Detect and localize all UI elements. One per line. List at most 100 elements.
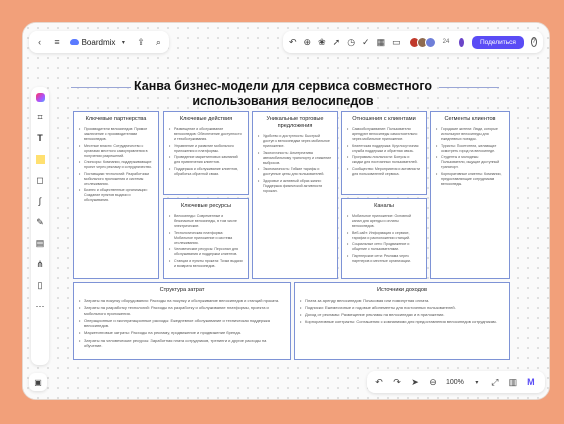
upload-icon[interactable]: ⇪ [136, 37, 145, 47]
list-item: Корпоративные контракты: Соглашения с ко… [300, 319, 504, 325]
list-item: Клиентская поддержка: Круглосуточная слу… [347, 144, 421, 154]
value-propositions-title: Уникальные торговые предложения [266, 116, 324, 129]
minimap-button[interactable]: ▣ [29, 373, 47, 391]
title-line-right [439, 87, 499, 88]
list-item: Местные власти: Сотрудничество с органам… [79, 144, 153, 159]
fit-screen-icon[interactable]: ⤢ [490, 377, 500, 387]
cost-structure-box[interactable]: Структура затрат Затраты на покупку обор… [73, 282, 291, 360]
key-resources-box[interactable]: Ключевые ресурсы Велосипеды: Современные… [163, 198, 249, 279]
list-item: Станции и пункты проката: Точки выдачи и… [169, 259, 243, 269]
timer-icon[interactable]: ◷ [347, 37, 355, 47]
list-item: Затраты на разработку технологий: Расход… [79, 305, 285, 316]
board-title: Канва бизнес-модели для сервиса совместн… [133, 79, 433, 109]
chevron-down-icon[interactable]: ▾ [472, 377, 482, 387]
top-right-toolbar: ↶ ⊕ ❀ ➚ ◷ ✓ ▦ ▭ 24 Поделиться ? [283, 31, 543, 53]
key-partners-list: Производители велосипедов: Прямое заключ… [79, 127, 153, 203]
add-icon[interactable]: ⊕ [304, 37, 312, 47]
list-item: Плата за аренду велосипедов: Почасовая и… [300, 298, 504, 304]
key-activities-box[interactable]: Ключевые действия Размещение и обслужива… [163, 111, 249, 195]
redo-icon[interactable]: ↷ [392, 377, 402, 387]
undo-icon[interactable]: ↶ [289, 37, 297, 47]
channels-title: Каналы [374, 203, 394, 209]
list-item: Социальные сети: Продвижение и общение с… [347, 242, 421, 252]
list-item: Бизнес и общественные организации: Созда… [79, 188, 153, 203]
list-item: Затраты на человеческие ресурсы: Заработ… [79, 338, 285, 349]
undo-icon[interactable]: ↶ [374, 377, 384, 387]
frame-icon[interactable]: ⌗ [34, 111, 46, 123]
list-item: Самообслуживание: Пользователи арендуют … [347, 127, 421, 142]
avatar-count: 24 [442, 39, 450, 45]
whiteboard-canvas[interactable]: ‹ ≡ Boardmix ▾ ⇪ ⌕ ↶ ⊕ ❀ ➚ ◷ ✓ ▦ ▭ 24 По… [23, 23, 549, 399]
top-left-toolbar: ‹ ≡ Boardmix ▾ ⇪ ⌕ [29, 31, 169, 53]
back-icon[interactable]: ‹ [35, 37, 44, 47]
channels-box[interactable]: Каналы Мобильное приложение: Основной ка… [341, 198, 427, 279]
brand-logo-icon [69, 39, 79, 45]
more-icon[interactable]: ⋯ [34, 300, 46, 312]
revenue-streams-title: Источники доходов [377, 287, 427, 293]
user-avatar[interactable] [458, 36, 465, 48]
list-item: Производители велосипедов: Прямое заключ… [79, 127, 153, 142]
cursor-icon[interactable]: ➤ [410, 377, 420, 387]
sticky-note-icon[interactable] [34, 153, 46, 165]
vote-icon[interactable]: ✓ [362, 37, 370, 47]
pen-icon[interactable]: ✎ [34, 216, 46, 228]
comment-icon[interactable]: ▭ [392, 37, 401, 47]
revenue-streams-list: Плата за аренду велосипедов: Почасовая и… [300, 298, 504, 325]
customer-segments-title: Сегменты клиентов [444, 116, 496, 122]
table-icon[interactable]: ▤ [34, 237, 46, 249]
list-item: Партнерские сети: Реклама через партнеро… [347, 254, 421, 264]
brand[interactable]: Boardmix ▾ [69, 37, 129, 47]
connector-icon[interactable]: ∫ [34, 195, 46, 207]
mindmap-icon[interactable]: ⋔ [34, 258, 46, 270]
list-item: Велосипеды: Современные и безопасные вел… [169, 214, 243, 229]
cost-structure-title: Структура затрат [159, 287, 205, 293]
list-item: Затраты на покупку оборудования: Расходы… [79, 298, 285, 304]
brand-name: Boardmix [81, 37, 116, 47]
share-button[interactable]: Поделиться [471, 35, 524, 49]
key-resources-title: Ключевые ресурсы [181, 203, 231, 209]
list-item: Корпоративные клиенты: Компании, предост… [436, 172, 504, 187]
text-icon[interactable]: T [34, 132, 46, 144]
avatar [424, 36, 436, 48]
key-partners-title: Ключевые партнерства [85, 116, 147, 122]
zoom-level[interactable]: 100% [446, 379, 464, 386]
list-item: Управление и развитие мобильного приложе… [169, 144, 243, 154]
list-item: Студенты и молодежь: Пользователи, ищущи… [436, 155, 504, 170]
revenue-streams-box[interactable]: Источники доходов Плата за аренду велоси… [294, 282, 510, 360]
book-icon[interactable]: ▥ [508, 377, 518, 387]
avatar-group[interactable] [408, 36, 436, 48]
list-item: Маркетинговые затраты: Расходы на реклам… [79, 330, 285, 336]
list-item: Туристы: Посетители, желающие осмотреть … [436, 144, 504, 154]
value-propositions-list: Удобство и доступность: Быстрый доступ к… [258, 134, 332, 194]
sticker-icon[interactable]: ❀ [318, 37, 326, 47]
list-item: Экономичность: Гибкие тарифы и доступные… [258, 167, 332, 177]
menu-icon[interactable]: ≡ [52, 37, 61, 47]
search-icon[interactable]: ⌕ [154, 37, 163, 47]
zoom-out-icon[interactable]: ⊖ [428, 377, 438, 387]
list-item: Человеческие ресурсы: Персонал для обслу… [169, 247, 243, 257]
list-item: Поставщики технологий: Разработчики моби… [79, 172, 153, 187]
customer-relationships-list: Самообслуживание: Пользователи арендуют … [347, 127, 421, 177]
left-toolbar: ⌗ T ◻ ∫ ✎ ▤ ⋔ ▯ ⋯ [31, 87, 49, 365]
list-item: Размещение и обслуживание велосипедов: О… [169, 127, 243, 142]
list-item: Доход от рекламы: Размещение рекламы на … [300, 312, 504, 318]
help-icon[interactable]: ? [530, 37, 537, 47]
key-activities-list: Размещение и обслуживание велосипедов: О… [169, 127, 243, 177]
chevron-down-icon: ▾ [121, 39, 125, 46]
customer-relationships-title: Отношения с клиентами [352, 116, 416, 122]
template-icon[interactable] [35, 93, 45, 102]
list-item: Подписки: Ежемесячные и годовые абонемен… [300, 305, 504, 311]
value-propositions-box[interactable]: Уникальные торговые предложения Удобство… [252, 111, 338, 279]
cost-structure-list: Затраты на покупку оборудования: Расходы… [79, 298, 285, 349]
channels-list: Мобильное приложение: Основной канал для… [347, 214, 421, 264]
library-icon[interactable]: ▦ [377, 37, 386, 47]
document-icon[interactable]: ▯ [34, 279, 46, 291]
customer-segments-list: Городские жители: Люди, которые использу… [436, 127, 504, 187]
ai-assistant-icon[interactable]: M [526, 377, 536, 387]
customer-segments-box[interactable]: Сегменты клиентов Городские жители: Люди… [430, 111, 510, 279]
customer-relationships-box[interactable]: Отношения с клиентами Самообслуживание: … [341, 111, 427, 195]
key-resources-list: Велосипеды: Современные и безопасные вел… [169, 214, 243, 269]
key-partners-box[interactable]: Ключевые партнерства Производители велос… [73, 111, 159, 279]
shape-icon[interactable]: ◻ [34, 174, 46, 186]
launch-icon[interactable]: ➚ [333, 37, 341, 47]
